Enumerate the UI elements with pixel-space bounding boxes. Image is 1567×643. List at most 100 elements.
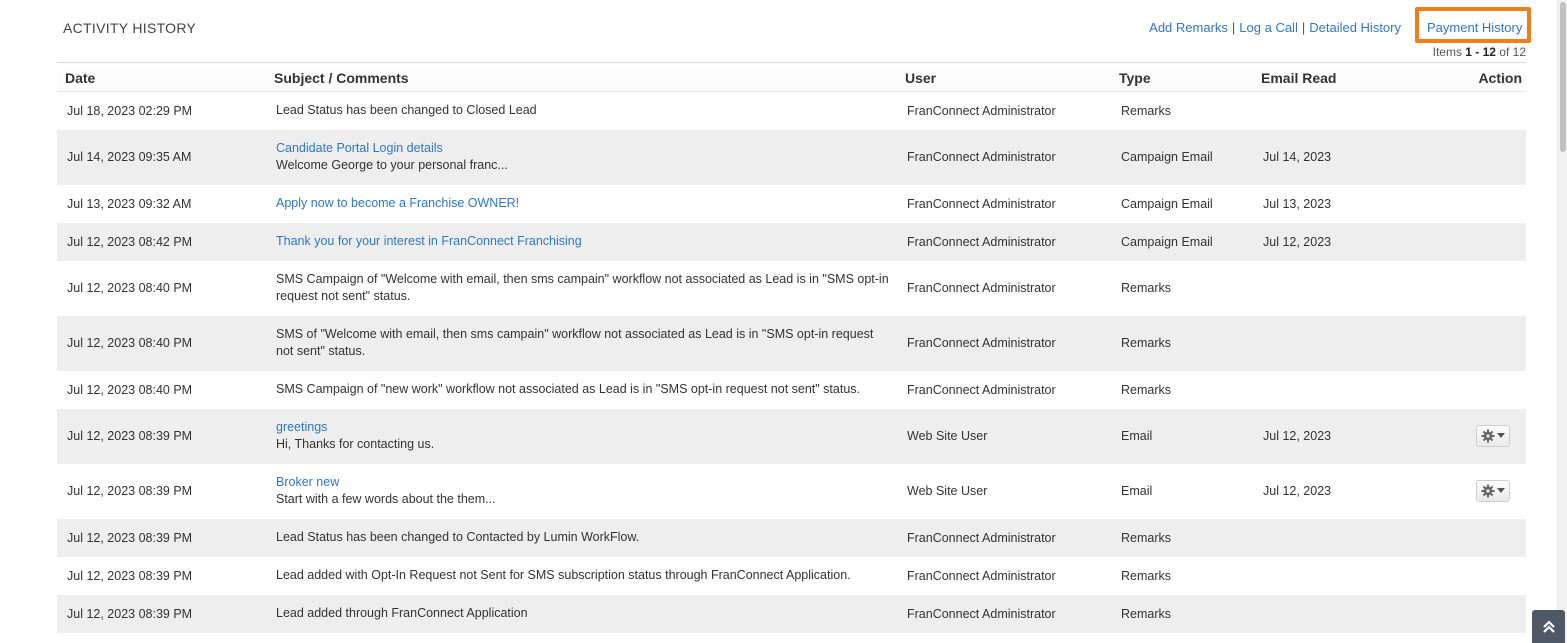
subject-text: Lead added with Opt-In Request not Sent … [276, 568, 851, 582]
link-separator: | [1301, 20, 1306, 35]
table-row: Jul 12, 2023 08:42 PM Thank you for your … [57, 222, 1526, 261]
cell-user: FranConnect Administrator [897, 594, 1111, 633]
cell-user: FranConnect Administrator [897, 315, 1111, 371]
cell-user: FranConnect Administrator [897, 129, 1111, 185]
cell-type: Email [1111, 408, 1253, 464]
cell-email-read [1253, 594, 1429, 633]
scrollbar-thumb[interactable] [1560, 2, 1566, 152]
cell-email-read: Jul 14, 2023 [1253, 129, 1429, 185]
cell-email-read: Jul 13, 2023 [1263, 196, 1332, 211]
link-separator: | [1231, 20, 1236, 35]
cell-action [1429, 222, 1526, 261]
subject-link[interactable]: Apply now to become a Franchise OWNER! [276, 195, 889, 212]
vertical-scrollbar[interactable] [1557, 0, 1567, 643]
subject-text: Lead Status has been changed to Closed L… [276, 103, 537, 118]
cell-subject: Lead Status has been changed to Contacte… [266, 518, 897, 557]
cell-action [1429, 518, 1526, 557]
cell-action [1429, 594, 1526, 633]
cell-email-read [1253, 518, 1429, 557]
cell-date: Jul 13, 2023 09:32 AM [67, 196, 192, 211]
cell-email-read [1253, 261, 1429, 316]
subject-link[interactable]: Broker new [276, 474, 889, 491]
cell-action [1429, 129, 1526, 185]
double-chevron-up-icon [1542, 619, 1555, 633]
cell-date: Jul 12, 2023 08:39 PM [57, 408, 266, 464]
scroll-to-top-button[interactable] [1532, 610, 1565, 643]
table-row: Jul 12, 2023 08:39 PM Broker new Start wit… [57, 464, 1526, 519]
section-title: ACTIVITY HISTORY [63, 20, 197, 36]
subject-text: Hi, Thanks for contacting us. [276, 437, 435, 451]
table-row: Jul 13, 2023 09:32 AM Apply now to become… [57, 185, 1526, 223]
add-remarks-link[interactable]: Add Remarks [1149, 20, 1228, 35]
cell-user: FranConnect Administrator [907, 568, 1056, 583]
cell-user: FranConnect Administrator [907, 382, 1056, 397]
caret-down-icon [1497, 488, 1505, 493]
cell-action [1429, 464, 1526, 519]
column-header-type[interactable]: Type [1111, 62, 1253, 92]
cell-date: Jul 12, 2023 08:42 PM [57, 222, 266, 261]
subject-link[interactable]: Candidate Portal Login details [276, 140, 889, 157]
cell-subject: SMS Campaign of "new work" workflow not … [266, 371, 897, 409]
column-header-subject[interactable]: Subject / Comments [266, 62, 897, 92]
cell-subject: Apply now to become a Franchise OWNER! [266, 185, 897, 223]
items-count: Items 1 - 12 of 12 [1432, 45, 1526, 59]
table-row: Jul 12, 2023 08:40 PM SMS Campaign of "We… [57, 261, 1526, 316]
payment-history-link[interactable]: Payment History [1427, 20, 1522, 35]
cell-date: Jul 12, 2023 08:39 PM [67, 568, 193, 583]
cell-type: Remarks [1111, 518, 1253, 557]
cell-type: Email [1121, 484, 1153, 498]
cell-date: Jul 12, 2023 08:40 PM [67, 281, 193, 295]
cell-email-read [1253, 557, 1429, 595]
cell-action [1429, 371, 1526, 409]
subject-link[interactable]: Thank you for your interest in FranConne… [276, 233, 889, 250]
detailed-history-link[interactable]: Detailed History [1309, 20, 1401, 35]
table-row: Jul 12, 2023 08:40 PM SMS Campaign of "ne… [57, 371, 1526, 409]
table-row: Jul 18, 2023 02:29 PM Lead Status has bee… [57, 92, 1526, 130]
table-row: Jul 12, 2023 08:40 PM SMS of "Welcome wit… [57, 315, 1526, 371]
cell-action [1429, 315, 1526, 371]
table-row: Jul 14, 2023 09:35 AM Candidate Portal Lo… [57, 129, 1526, 185]
column-header-email-read[interactable]: Email Read [1253, 62, 1429, 92]
caret-down-icon [1497, 433, 1505, 438]
cell-subject: Lead Status has been changed to Closed L… [266, 92, 897, 130]
cell-action [1429, 92, 1526, 130]
cell-email-read: Jul 12, 2023 [1253, 222, 1429, 261]
cell-type: Campaign Email [1111, 129, 1253, 185]
cell-user: Web Site User [897, 408, 1111, 464]
cell-action [1429, 408, 1526, 464]
table-row: Jul 12, 2023 08:39 PM Lead added with Opt… [57, 557, 1526, 595]
cell-subject: Thank you for your interest in FranConne… [266, 222, 897, 261]
cell-email-read [1253, 371, 1429, 409]
subject-text: SMS Campaign of "new work" workflow not … [276, 382, 860, 396]
cell-email-read: Jul 12, 2023 [1263, 484, 1332, 498]
subject-text: SMS Campaign of "Welcome with email, the… [276, 272, 889, 303]
cell-user: FranConnect Administrator [907, 103, 1056, 118]
cell-subject: Broker new Start with a few words about t… [266, 464, 897, 519]
cell-user: FranConnect Administrator [897, 518, 1111, 557]
column-header-date[interactable]: Date [57, 62, 266, 92]
column-header-user[interactable]: User [897, 62, 1111, 92]
cell-action [1429, 185, 1526, 223]
gear-icon [1481, 429, 1495, 443]
cell-date: Jul 18, 2023 02:29 PM [67, 103, 193, 118]
subject-link[interactable]: greetings [276, 419, 889, 436]
log-call-link[interactable]: Log a Call [1239, 20, 1298, 35]
cell-subject: Candidate Portal Login details Welcome Ge… [266, 129, 897, 185]
cell-subject: greetings Hi, Thanks for contacting us. [266, 408, 897, 464]
table-row: Jul 12, 2023 08:39 PM Lead added through … [57, 594, 1526, 633]
column-header-action: Action [1429, 62, 1526, 92]
cell-action [1429, 557, 1526, 595]
cell-email-read: Jul 12, 2023 [1253, 408, 1429, 464]
row-action-menu-button[interactable] [1476, 480, 1510, 502]
cell-type: Remarks [1121, 281, 1172, 295]
table-row: Jul 12, 2023 08:39 PM greetings Hi, Thanks… [57, 408, 1526, 464]
cell-subject: SMS Campaign of "Welcome with email, the… [266, 261, 897, 316]
cell-user: FranConnect Administrator [907, 281, 1056, 295]
subject-text: Welcome George to your personal franc... [276, 158, 508, 172]
cell-email-read [1253, 92, 1429, 130]
subject-text: Start with a few words about the them... [276, 492, 496, 506]
row-action-menu-button[interactable] [1476, 425, 1510, 447]
cell-email-read [1253, 315, 1429, 371]
cell-subject: Lead added through FranConnect Applicati… [266, 594, 897, 633]
cell-type: Campaign Email [1121, 196, 1213, 211]
